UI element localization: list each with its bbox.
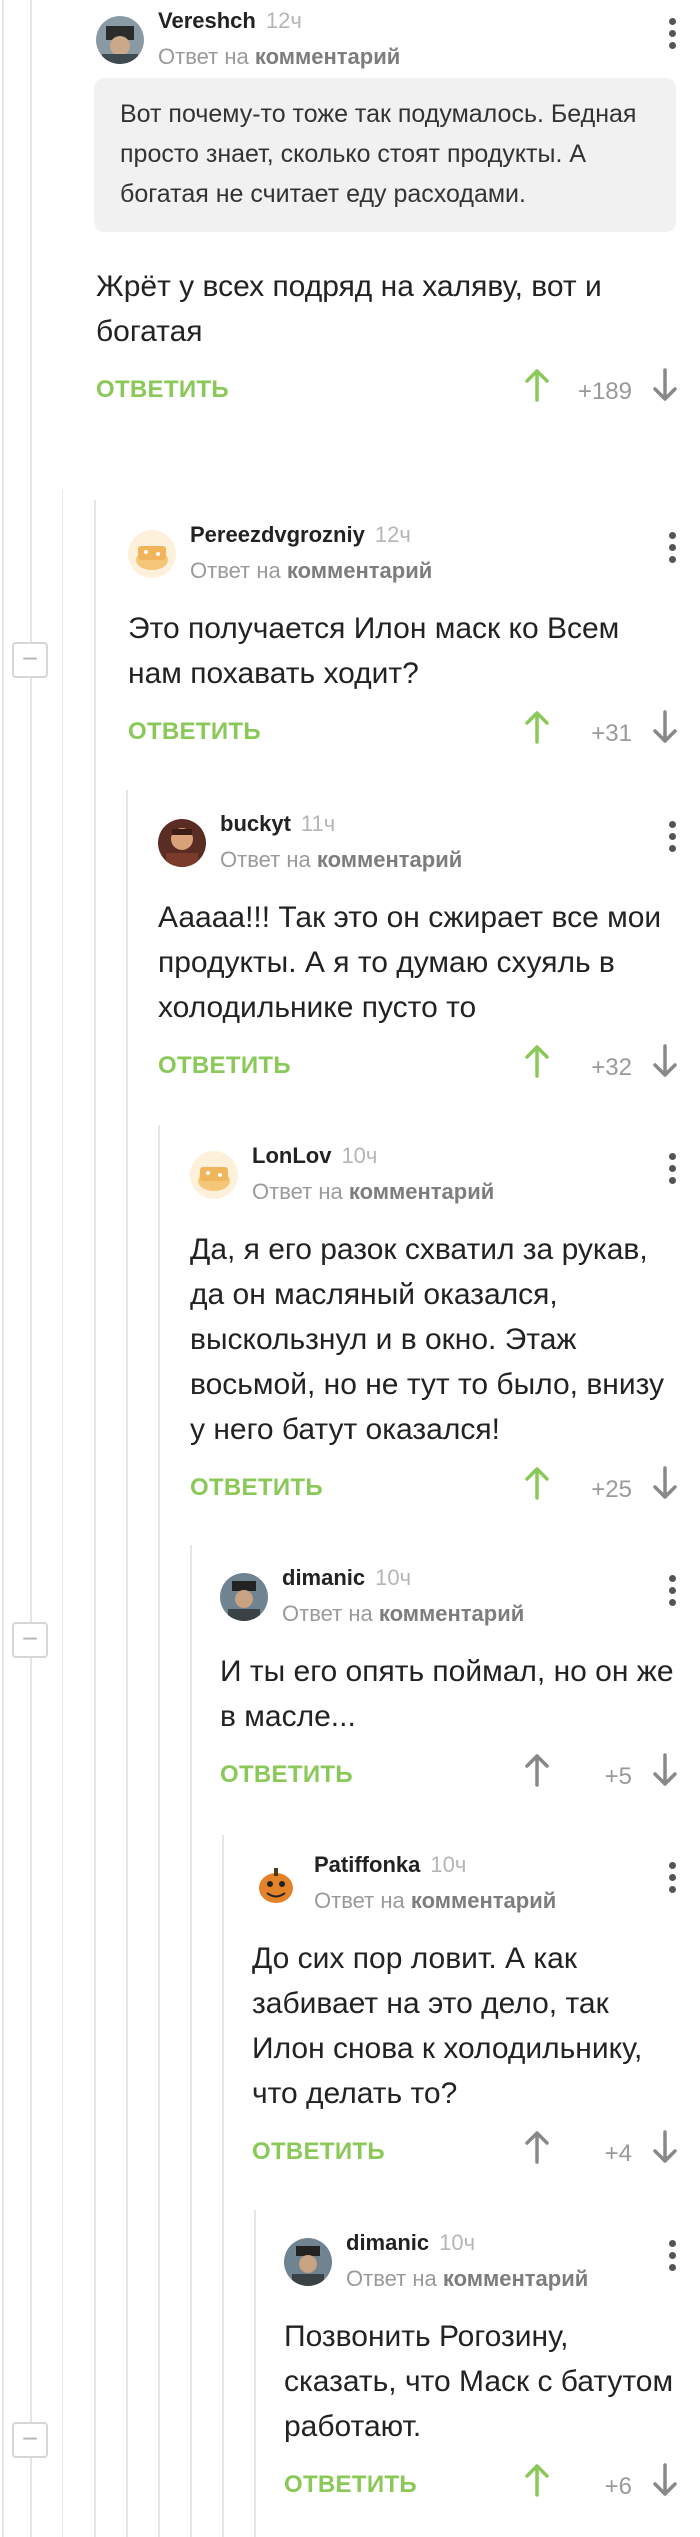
thread-line [190, 1545, 192, 2537]
reply-to-line: Ответ на комментарий [282, 1601, 525, 1626]
collapse-thread-button[interactable]: − [12, 1622, 48, 1658]
comment-age: 12ч [374, 522, 411, 547]
more-icon[interactable] [666, 1575, 678, 1611]
comment-text: Да, я его разок схватил за рукав, да он … [190, 1233, 665, 1446]
user-avatar[interactable] [252, 1860, 300, 1908]
reply-button[interactable]: ОТВЕТИТЬ [252, 2138, 385, 2166]
more-icon[interactable] [666, 2240, 678, 2276]
comment-text: Позвонить Рогозину, сказать, что Маск с … [284, 2320, 674, 2443]
downvote-icon[interactable] [652, 2130, 678, 2169]
comment-age: 11ч [300, 811, 336, 836]
comment: dimanic 10ч Ответ на комментарий И ты его… [220, 1565, 700, 1799]
vote-count: +189 [577, 378, 632, 405]
user-avatar[interactable] [158, 819, 206, 867]
more-icon[interactable] [666, 821, 678, 857]
parent-comment-link[interactable]: комментарий [317, 847, 462, 872]
more-icon[interactable] [666, 18, 678, 54]
comment: buckyt 11ч Ответ на комментарий Ааааа!!! … [158, 811, 700, 1090]
comment: Pereezdvgrozniy 12ч Ответ на комментарий … [128, 522, 700, 756]
upvote-icon[interactable] [524, 1044, 550, 1083]
author-name[interactable]: dimanic [346, 2230, 429, 2255]
comment-text: Ааааа!!! Так это он сжирает все мои прод… [158, 901, 662, 1024]
comment-age: 10ч [375, 1565, 412, 1590]
reply-button[interactable]: ОТВЕТИТЬ [220, 1761, 353, 1789]
downvote-icon[interactable] [652, 1753, 678, 1792]
author-name[interactable]: Vereshch [158, 8, 256, 33]
comment-text: И ты его опять поймал, но он же в масле.… [220, 1655, 674, 1733]
reply-to-line: Ответ на комментарий [314, 1888, 557, 1913]
vote-count: +5 [604, 1763, 632, 1790]
comment: LonLov 10ч Ответ на комментарий Да, я его… [190, 1143, 700, 1512]
parent-comment-link[interactable]: комментарий [255, 44, 400, 69]
thread-line [126, 790, 128, 2537]
thread-line [94, 500, 96, 2537]
author-name[interactable]: buckyt [220, 811, 291, 836]
comment-text: До сих пор ловит. А как забивает на это … [252, 1942, 643, 2110]
downvote-icon[interactable] [652, 710, 678, 749]
collapse-thread-button[interactable]: − [12, 642, 48, 678]
reply-button[interactable]: ОТВЕТИТЬ [190, 1474, 323, 1502]
upvote-icon[interactable] [524, 710, 550, 749]
vote-count: +4 [604, 2140, 632, 2167]
comment: Vereshch 12ч Ответ на комментарий Вот поч… [94, 8, 700, 414]
reply-button[interactable]: ОТВЕТИТЬ [284, 2471, 417, 2499]
parent-comment-link[interactable]: комментарий [443, 2266, 588, 2291]
upvote-icon[interactable] [524, 1753, 550, 1792]
author-name[interactable]: Pereezdvgrozniy [190, 522, 365, 547]
downvote-icon[interactable] [652, 2463, 678, 2502]
vote-count: +6 [604, 2473, 632, 2500]
downvote-icon[interactable] [652, 368, 678, 407]
upvote-icon[interactable] [524, 368, 550, 407]
reply-to-line: Ответ на комментарий [252, 1179, 495, 1204]
author-name[interactable]: dimanic [282, 1565, 365, 1590]
reply-button[interactable]: ОТВЕТИТЬ [158, 1052, 291, 1080]
collapse-thread-button[interactable]: − [12, 2422, 48, 2458]
user-avatar[interactable] [96, 16, 144, 64]
comment-age: 10ч [430, 1852, 467, 1877]
upvote-icon[interactable] [524, 2463, 550, 2502]
vote-count: +31 [591, 720, 632, 747]
comment: Patiffonka 10ч Ответ на комментарий До си… [252, 1852, 700, 2176]
reply-button[interactable]: ОТВЕТИТЬ [96, 376, 229, 404]
thread-line [222, 1835, 224, 2537]
comment-age: 10ч [439, 2230, 476, 2255]
author-name[interactable]: LonLov [252, 1143, 331, 1168]
more-icon[interactable] [666, 1153, 678, 1189]
comment: dimanic 10ч Ответ на комментарий Позвонит… [284, 2230, 700, 2509]
user-avatar[interactable] [220, 1573, 268, 1621]
parent-comment-link[interactable]: комментарий [349, 1179, 494, 1204]
user-avatar[interactable] [284, 2238, 332, 2286]
thread-line [158, 1125, 160, 2537]
reply-to-line: Ответ на комментарий [220, 847, 463, 872]
thread-line [62, 490, 63, 2537]
more-icon[interactable] [666, 532, 678, 568]
reply-to-line: Ответ на комментарий [190, 558, 433, 583]
reply-to-line: Ответ на комментарий [346, 2266, 589, 2291]
thread-line [2, 0, 4, 2537]
downvote-icon[interactable] [652, 1044, 678, 1083]
upvote-icon[interactable] [524, 2130, 550, 2169]
downvote-icon[interactable] [652, 1466, 678, 1505]
quoted-text: Вот почему-то тоже так подумалось. Бедна… [94, 78, 676, 232]
user-avatar[interactable] [128, 530, 176, 578]
thread-line [254, 2210, 256, 2537]
user-avatar[interactable] [190, 1151, 238, 1199]
parent-comment-link[interactable]: комментарий [411, 1888, 556, 1913]
upvote-icon[interactable] [524, 1466, 550, 1505]
comment-text: Это получается Илон маск ко Всем нам пох… [128, 612, 620, 690]
vote-count: +25 [591, 1476, 632, 1503]
more-icon[interactable] [666, 1862, 678, 1898]
comment-age: 12ч [265, 8, 302, 33]
comment-text: Жрёт у всех подряд на халяву, вот и бога… [96, 270, 602, 348]
reply-button[interactable]: ОТВЕТИТЬ [128, 718, 261, 746]
parent-comment-link[interactable]: комментарий [379, 1601, 524, 1626]
comment-age: 10ч [341, 1143, 378, 1168]
author-name[interactable]: Patiffonka [314, 1852, 420, 1877]
vote-count: +32 [591, 1054, 632, 1081]
parent-comment-link[interactable]: комментарий [287, 558, 432, 583]
reply-to-line: Ответ на комментарий [158, 44, 401, 69]
thread-line [30, 0, 32, 2537]
